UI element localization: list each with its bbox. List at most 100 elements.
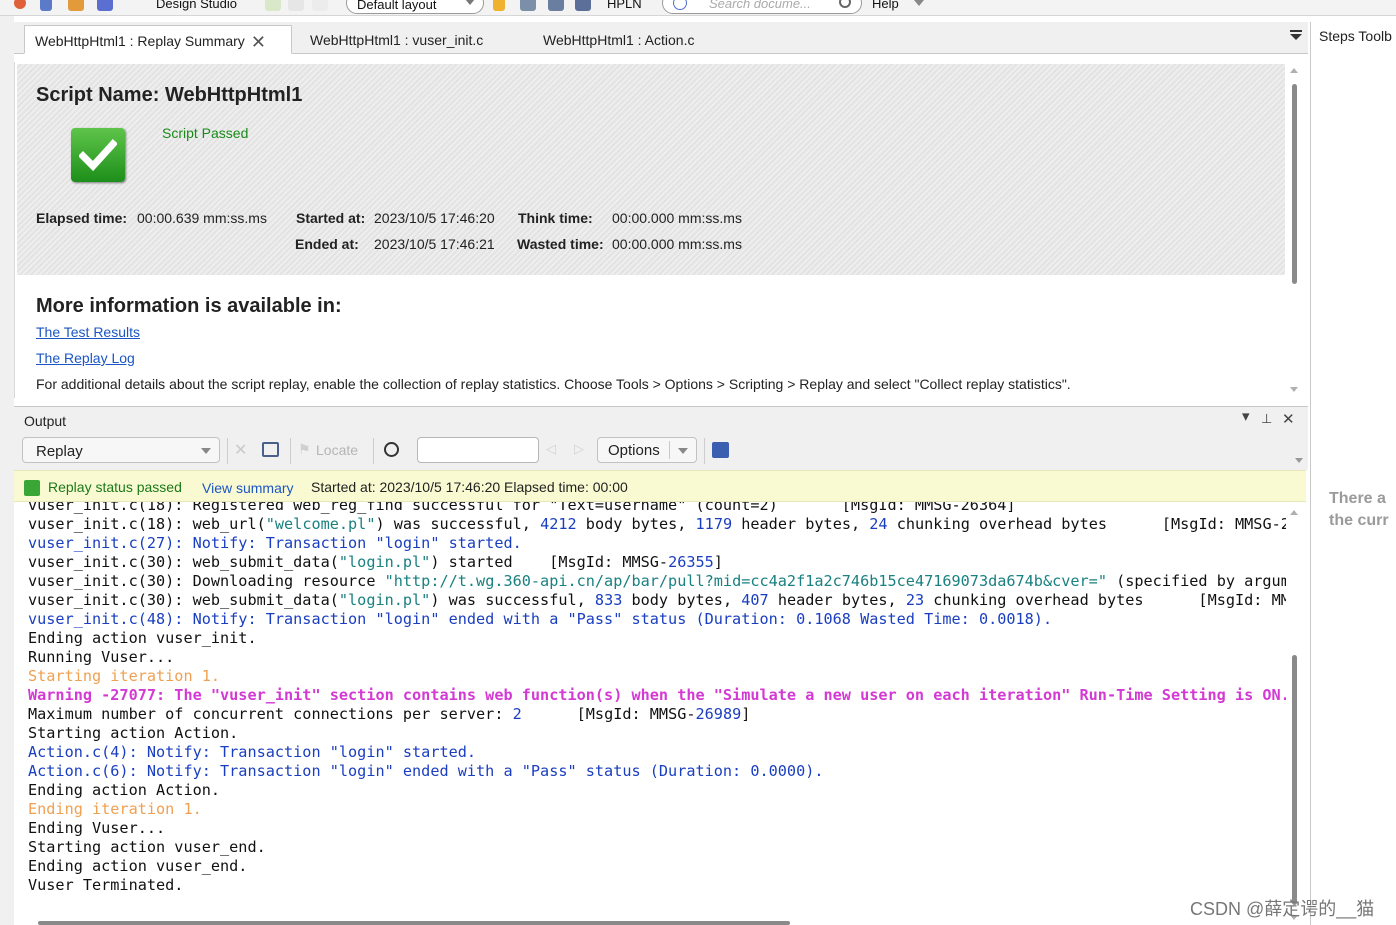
search-icon[interactable] <box>384 442 399 457</box>
log-segment: 24 <box>869 515 888 533</box>
bulb-icon[interactable] <box>493 0 505 11</box>
script-icon[interactable] <box>40 0 52 11</box>
replay-statistics-note: For additional details about the script … <box>36 376 1071 392</box>
doc-search[interactable]: Search docume... <box>662 0 862 14</box>
close-icon[interactable]: ✕ <box>251 33 266 51</box>
log-line: vuser_init.c(30): Downloading resource "… <box>28 572 1286 591</box>
window-icon[interactable] <box>575 0 591 11</box>
log-horizontal-scrollbar[interactable] <box>22 920 1292 925</box>
log-segment: 4212 <box>540 515 577 533</box>
help-menu[interactable]: Help <box>872 0 899 11</box>
pin-icon[interactable]: ⊥ <box>1261 411 1272 427</box>
hpln-button[interactable]: HPLN <box>607 0 642 11</box>
output-toolbar: Replay ✕ ⚑ Locate ◁ ▷ Options <box>14 432 1308 470</box>
tab-label: WebHttpHtml1 : Replay Summary <box>35 33 245 49</box>
scrollbar-thumb[interactable] <box>1292 84 1297 284</box>
log-line: Action.c(4): Notify: Transaction "login"… <box>28 743 1286 762</box>
log-segment: Action.c(6): Notify: Transaction "login"… <box>28 762 824 780</box>
tab-vuser-init[interactable]: WebHttpHtml1 : vuser_init.c <box>300 25 493 54</box>
tab-list-menu-icon[interactable] <box>1290 30 1302 44</box>
view-summary-link[interactable]: View summary <box>202 480 294 496</box>
log-line: vuser_init.c(18): web_url("welcome.pl") … <box>28 515 1286 534</box>
log-segment: Ending action Action. <box>28 781 221 799</box>
script-name-heading: Script Name: WebHttpHtml1 <box>36 84 302 107</box>
log-segment: Starting action vuser_end. <box>28 838 266 856</box>
find-previous-icon[interactable]: ◁ <box>546 441 564 459</box>
search-icon[interactable] <box>839 0 851 8</box>
replay-settings-icon[interactable] <box>68 0 84 11</box>
log-segment: Ending action vuser_init. <box>28 629 257 647</box>
ended-at-value: 2023/10/5 17:46:21 <box>374 236 495 252</box>
log-segment: header bytes, <box>768 591 906 609</box>
record-icon[interactable] <box>14 0 26 9</box>
think-time-value: 00:00.000 mm:ss.ms <box>612 210 742 226</box>
close-panel-icon[interactable]: ✕ <box>1282 410 1295 428</box>
locate-flag-icon: ⚑ <box>298 441 311 457</box>
scroll-down-icon[interactable] <box>1290 387 1298 392</box>
started-at-value: 2023/10/5 17:46:20 <box>374 210 495 226</box>
grid-icon[interactable] <box>548 0 564 11</box>
scrollbar-thumb[interactable] <box>38 921 790 925</box>
replay-summary-panel: Script Name: WebHttpHtml1 Script Passed … <box>14 62 1304 398</box>
tab-action[interactable]: WebHttpHtml1 : Action.c <box>533 25 704 54</box>
log-segment: [MsgId: MMSG- <box>521 705 696 723</box>
toolbar-separator <box>373 438 374 464</box>
log-line: Ending action vuser_init. <box>28 629 1286 648</box>
log-segment: vuser_init.c(18): Registered web_reg_fin… <box>28 502 1016 514</box>
layout-select[interactable]: Default layout <box>346 0 484 14</box>
replay-log-link[interactable]: The Replay Log <box>36 350 135 366</box>
replay-status-bar: Replay status passed View summary Starte… <box>14 470 1306 502</box>
log-segment: Ending action vuser_end. <box>28 857 248 875</box>
log-segment: vuser_init.c(30): web_submit_data( <box>28 553 339 571</box>
passed-check-icon <box>71 128 125 182</box>
scrollbar-thumb[interactable] <box>1292 655 1297 905</box>
toolbar-separator <box>290 438 291 464</box>
search-input[interactable]: Search docume... <box>709 0 811 11</box>
steps-toolbox-title[interactable]: Steps Toolb <box>1319 28 1392 44</box>
toolbar-separator <box>704 438 705 464</box>
log-lines: vuser_init.c(18): Registered web_reg_fin… <box>28 502 1286 895</box>
toolbar-overflow-chevron-icon[interactable] <box>1295 458 1303 463</box>
log-segment: 26989 <box>695 705 742 723</box>
output-source-select[interactable]: Replay <box>22 437 220 463</box>
replay-log-output[interactable]: vuser_init.c(18): Registered web_reg_fin… <box>14 502 1286 919</box>
scroll-up-icon[interactable] <box>1290 68 1298 73</box>
options-label: Options <box>608 442 660 459</box>
run-icon[interactable] <box>97 0 113 11</box>
log-line: Ending action vuser_end. <box>28 857 1286 876</box>
chevron-down-icon[interactable] <box>678 448 688 454</box>
test-results-link[interactable]: The Test Results <box>36 324 140 340</box>
log-segment: Starting iteration 1. <box>28 667 221 685</box>
wrap-icon[interactable] <box>262 442 279 457</box>
wrench-icon[interactable] <box>520 0 536 11</box>
log-segment: 2 <box>512 705 522 723</box>
help-chevron-down-icon[interactable] <box>914 0 924 6</box>
summary-scrollbar[interactable] <box>1290 68 1300 392</box>
log-segment: ) was successful, <box>430 591 595 609</box>
log-segment: header bytes, <box>732 515 870 533</box>
log-line: Warning -27077: The "vuser_init" section… <box>28 686 1286 705</box>
started-at-label: Started at: <box>296 210 366 226</box>
tab-replay-summary[interactable]: WebHttpHtml1 : Replay Summary ✕ <box>24 25 292 54</box>
options-button[interactable]: Options <box>597 437 697 463</box>
log-scrollbar[interactable] <box>1290 510 1300 920</box>
design-studio-button[interactable]: Design Studio <box>156 0 237 11</box>
locate-button[interactable]: Locate <box>316 442 358 458</box>
save-icon[interactable] <box>712 442 729 458</box>
clear-icon[interactable]: ✕ <box>234 440 252 459</box>
disabled-tool-icon <box>265 0 281 11</box>
log-segment: body bytes, <box>622 591 742 609</box>
log-segment: vuser_init.c(48): Notify: Transaction "l… <box>28 610 1053 628</box>
toolbar-separator <box>227 438 228 464</box>
log-line: vuser_init.c(30): web_submit_data("login… <box>28 591 1286 610</box>
elapsed-time-label: Elapsed time: <box>36 210 128 226</box>
scroll-up-icon[interactable] <box>1290 510 1298 515</box>
panel-menu-chevron-icon[interactable]: ▾ <box>1242 407 1250 425</box>
wasted-time-value: 00:00.000 mm:ss.ms <box>612 236 742 252</box>
log-line: vuser_init.c(27): Notify: Transaction "l… <box>28 534 1286 553</box>
replay-status-text: Replay status passed <box>48 479 182 495</box>
log-line: vuser_init.c(18): Registered web_reg_fin… <box>28 502 1286 515</box>
log-segment: 407 <box>741 591 769 609</box>
output-search-input[interactable] <box>417 437 539 463</box>
find-next-icon[interactable]: ▷ <box>574 441 592 459</box>
